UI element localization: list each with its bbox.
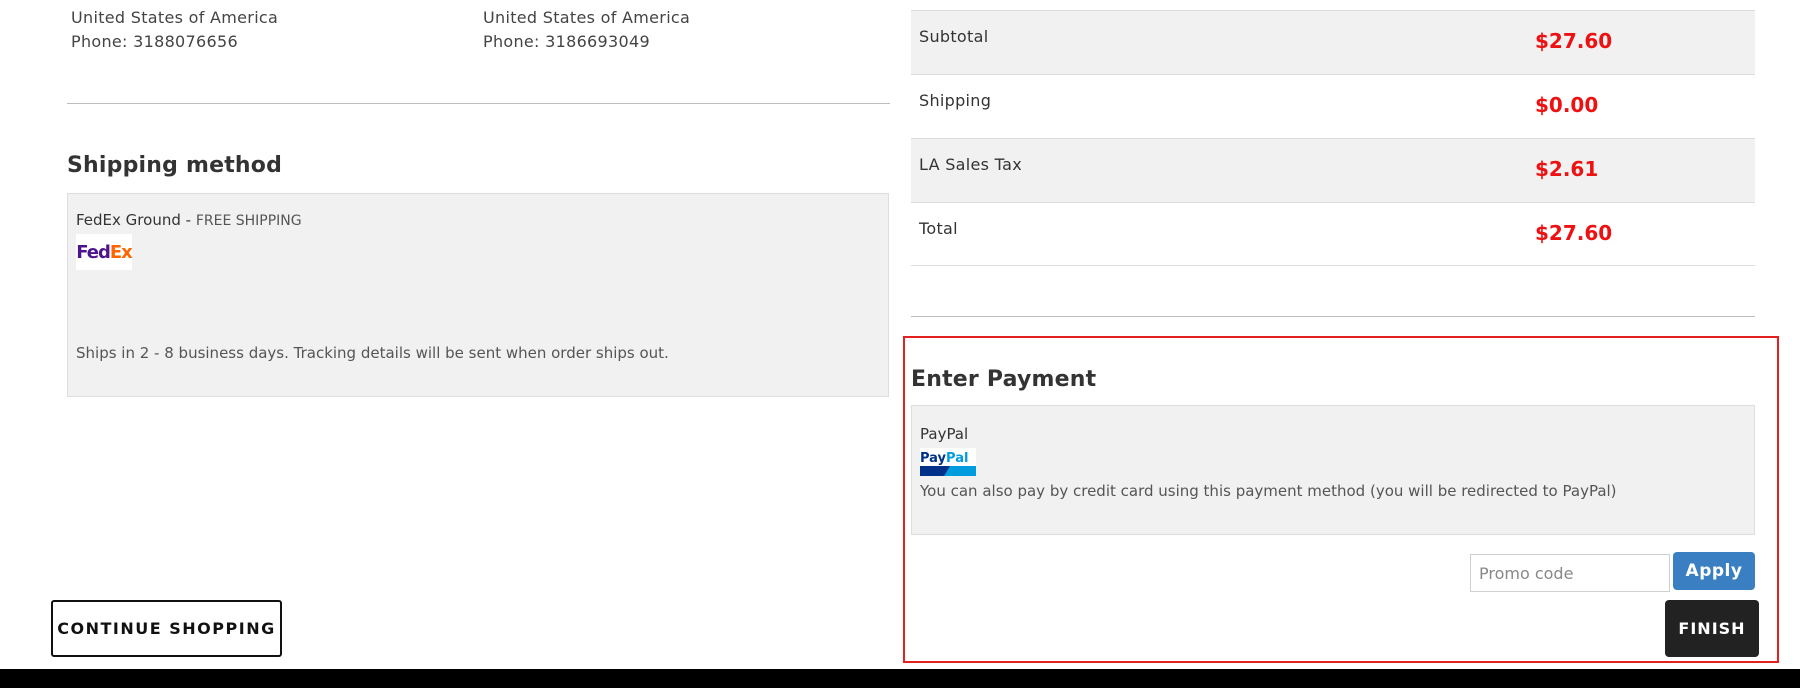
fedex-logo-ex: Ex [109,241,133,263]
shipping-price-label: FREE SHIPPING [195,213,302,229]
summary-label: Total [919,219,958,238]
divider [911,316,1755,317]
paypal-logo-pal: Pal [946,451,968,466]
promo-code-input[interactable] [1470,554,1670,592]
summary-row-tax: LA Sales Tax $2.61 [911,138,1755,202]
summary-label: LA Sales Tax [919,155,1022,174]
paypal-logo-pay: Pay [920,451,947,466]
summary-value: $27.60 [1535,221,1613,245]
continue-shopping-button[interactable]: CONTINUE SHOPPING [51,600,282,657]
shipping-country: United States of America [483,8,691,27]
shipping-carrier-line: FedEx Ground - FREE SHIPPING [76,211,302,229]
fedex-logo-fed: Fed [76,241,111,263]
payment-title: Enter Payment [911,367,1097,392]
summary-row-shipping: Shipping $0.00 [911,74,1755,138]
billing-country: United States of America [71,8,279,27]
billing-phone: Phone: 3188076656 [71,32,238,51]
payment-method-name: PayPal [920,425,969,443]
finish-button[interactable]: FINISH [1665,600,1759,657]
payment-note: You can also pay by credit card using th… [920,482,1617,500]
divider [67,103,890,104]
payment-method-option[interactable]: PayPal PayPal You can also pay by credit… [911,405,1755,535]
summary-label: Subtotal [919,27,989,46]
apply-promo-button[interactable]: Apply [1673,552,1755,590]
footer-bar [0,669,1800,688]
shipping-note: Ships in 2 - 8 business days. Tracking d… [76,344,669,362]
summary-value: $2.61 [1535,157,1599,181]
paypal-logo: PayPal [920,448,976,476]
shipping-carrier-name: FedEx Ground [76,211,181,229]
summary-value: $27.60 [1535,29,1613,53]
fedex-logo: Fed Ex [76,234,133,270]
shipping-separator: - [180,211,196,229]
summary-row-total: Total $27.60 [911,202,1755,266]
shipping-method-option[interactable]: FedEx Ground - FREE SHIPPING Fed Ex Ships… [67,193,889,397]
summary-label: Shipping [919,91,992,110]
summary-row-subtotal: Subtotal $27.60 [911,10,1755,74]
shipping-phone: Phone: 3186693049 [483,32,650,51]
svg-text:PayPal: PayPal [920,451,968,466]
summary-value: $0.00 [1535,93,1599,117]
shipping-method-title: Shipping method [67,153,283,178]
